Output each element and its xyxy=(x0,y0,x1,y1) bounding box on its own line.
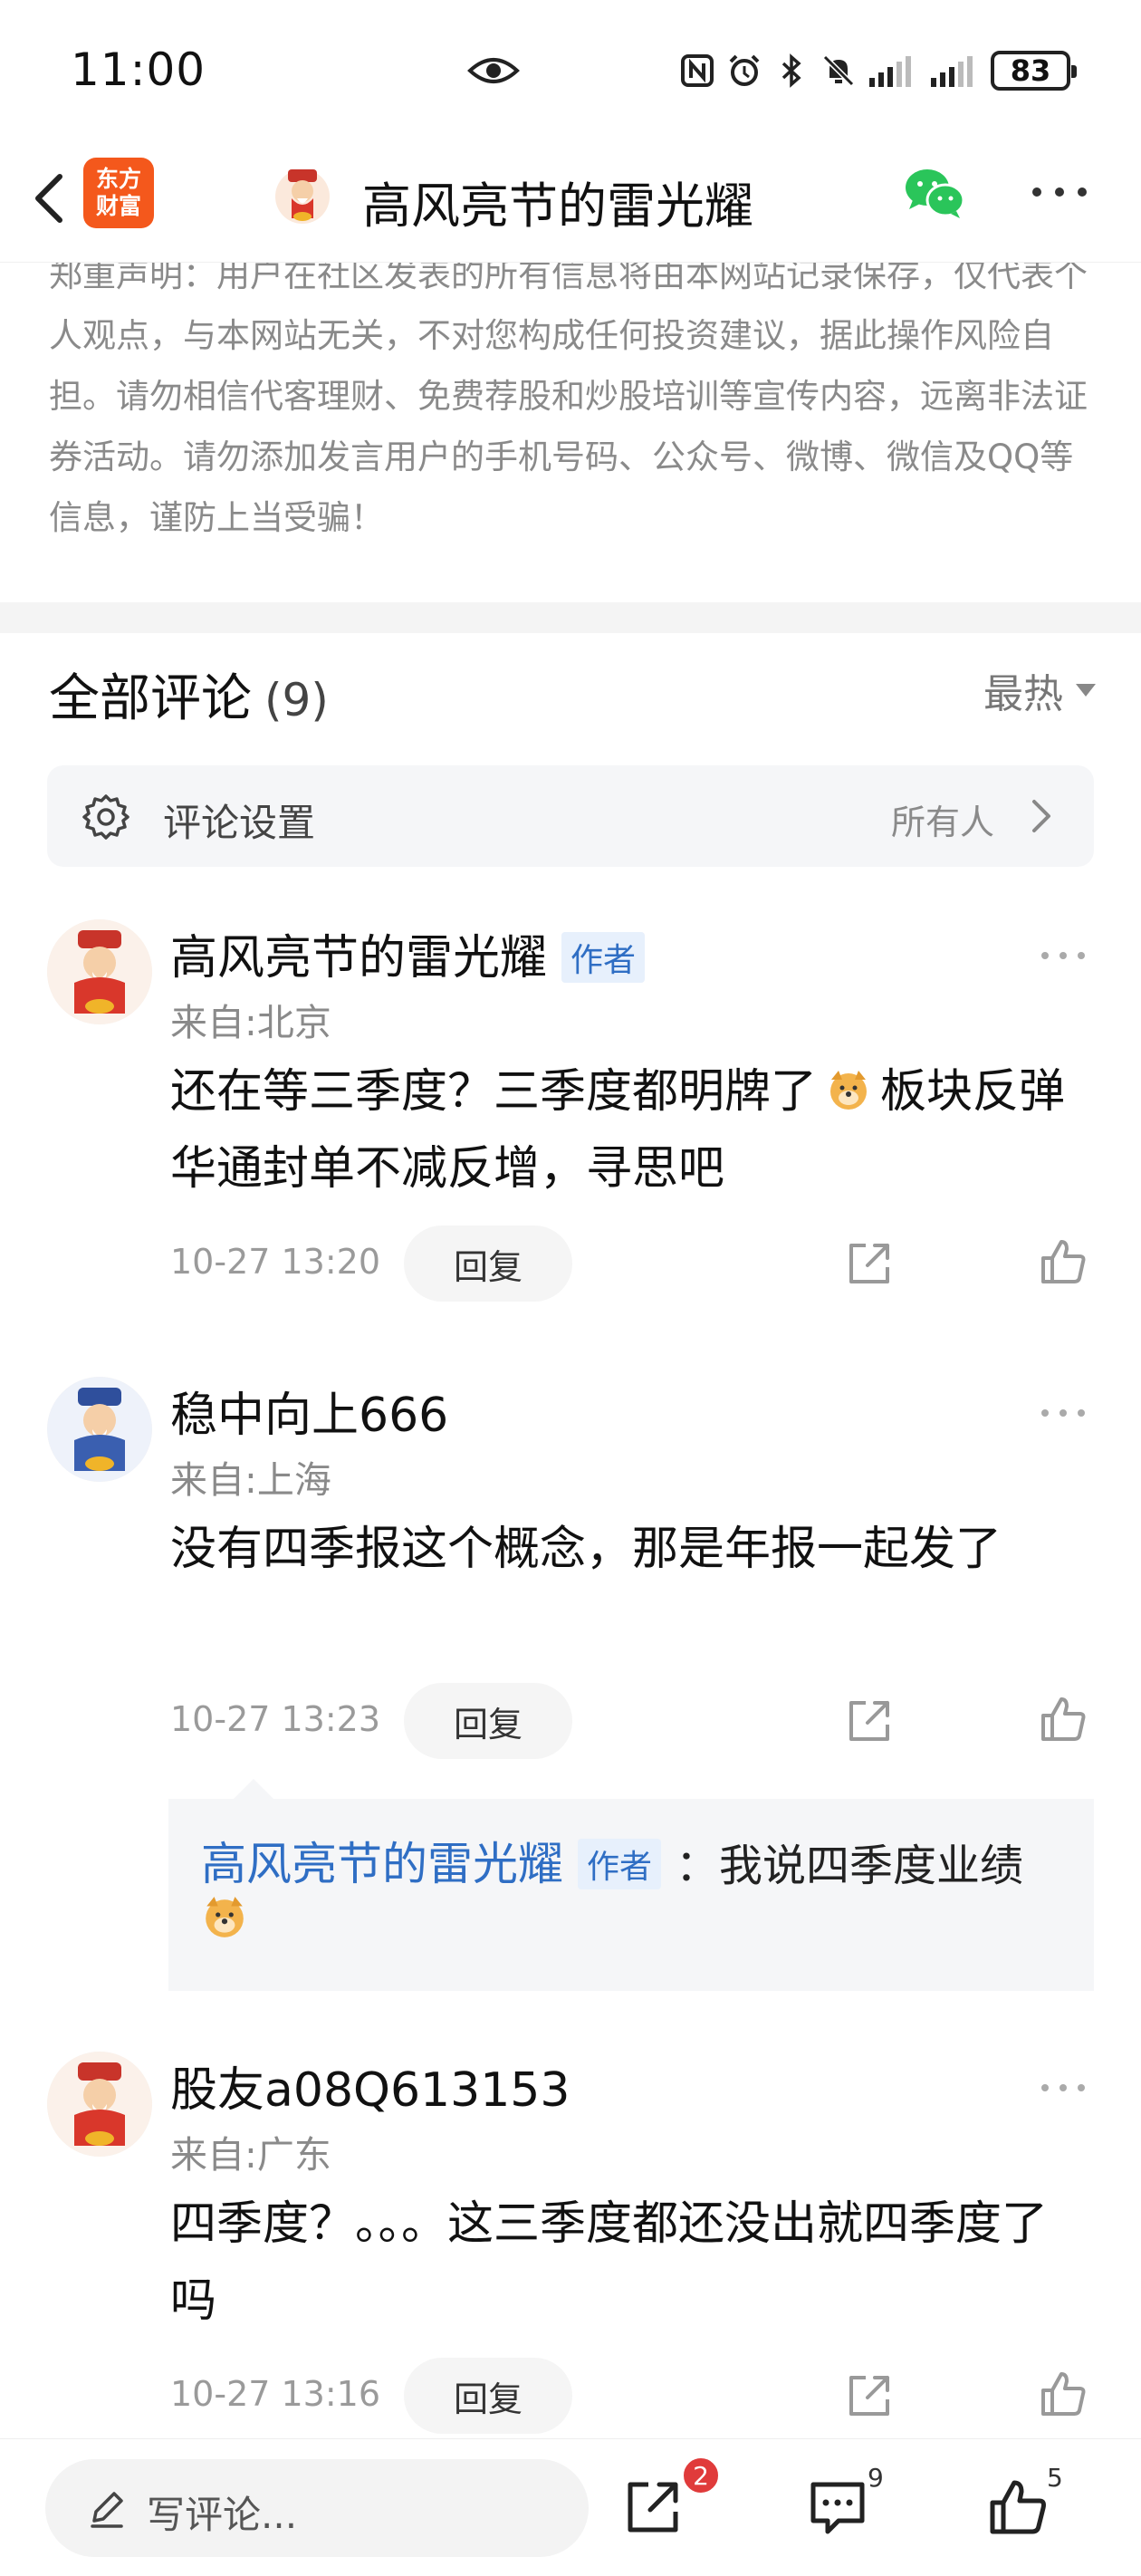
comment-settings[interactable]: 评论设置 所有人 xyxy=(47,765,1094,867)
status-time: 11:00 xyxy=(71,43,206,96)
more-icon[interactable] xyxy=(1028,178,1091,206)
bottom-bar: 写评论... 2 9 5 xyxy=(0,2438,1141,2576)
disclaimer-text: 郑重声明：用户在社区发表的所有信息将由本网站记录保存，仅代表个人观点，与本网站无… xyxy=(49,263,1088,537)
comment-location: 来自:广东 xyxy=(170,2133,331,2177)
comment-location: 来自:北京 xyxy=(170,1001,331,1044)
wechat-icon[interactable] xyxy=(902,166,967,222)
battery-indicator: 83 xyxy=(991,51,1077,91)
write-comment-input[interactable]: 写评论... xyxy=(45,2459,589,2557)
battery-level: 83 xyxy=(1010,53,1051,88)
comment-author[interactable]: 股友a08Q613153 xyxy=(170,2052,570,2119)
more-icon[interactable] xyxy=(1038,1406,1088,1420)
eye-icon xyxy=(467,58,520,83)
like-icon[interactable] xyxy=(1038,1694,1088,1745)
comment-count: 9 xyxy=(868,2463,884,2493)
reply-button[interactable]: 回复 xyxy=(404,2358,572,2434)
section-divider xyxy=(0,602,1141,633)
author-badge: 作者 xyxy=(561,932,646,983)
share-count-badge: 2 xyxy=(681,2456,721,2495)
comments-count: (9) xyxy=(264,674,329,726)
more-icon[interactable] xyxy=(1038,2081,1088,2095)
chevron-right-icon xyxy=(1032,800,1050,832)
author-badge: 作者 xyxy=(578,1838,662,1889)
comment-time: 10-27 13:20 xyxy=(170,1242,381,1282)
comment-icon[interactable] xyxy=(806,2475,869,2539)
caret-down-icon xyxy=(1076,684,1096,697)
disclaimer: 郑重声明：用户在社区发表的所有信息将由本网站记录保存，仅代表个人观点，与本网站无… xyxy=(49,263,1090,589)
like-icon[interactable] xyxy=(1038,1236,1088,1287)
comment-location: 来自:上海 xyxy=(170,1458,331,1502)
reply-button[interactable]: 回复 xyxy=(404,1683,572,1759)
sort-label: 最热 xyxy=(983,671,1063,717)
like-icon[interactable] xyxy=(987,2475,1050,2539)
settings-label: 评论设置 xyxy=(163,801,316,845)
doge-emoji-icon xyxy=(206,1897,244,1937)
like-count: 5 xyxy=(1047,2463,1063,2493)
app-root: 11:00 83 东方 财富 高风亮节的雷光耀 郑重声明：用户在社区发表的所有信… xyxy=(0,0,1141,2576)
more-icon[interactable] xyxy=(1038,948,1088,963)
doge-emoji-icon xyxy=(830,1071,868,1110)
alarm-icon xyxy=(729,54,760,86)
share-icon[interactable] xyxy=(844,1696,895,1746)
mute-icon xyxy=(822,54,855,87)
comment-text: 还在等三季度？三季度都明牌了 板块反弹华通封单不减反增，寻思吧 xyxy=(170,1065,1066,1196)
status-bar: 11:00 83 xyxy=(0,0,1141,140)
comment-text: 没有四季报这个概念，那是年报一起发了 xyxy=(170,1523,1002,1576)
gear-icon xyxy=(82,794,129,840)
signal-icon xyxy=(869,56,911,87)
bluetooth-icon xyxy=(781,53,801,88)
like-icon[interactable] xyxy=(1038,2369,1088,2419)
signal-icon xyxy=(931,56,973,87)
status-icons: 83 xyxy=(679,47,1077,94)
app-logo[interactable]: 东方 财富 xyxy=(83,158,154,228)
sub-reply[interactable]: 高风亮节的雷光耀 作者 ：我说四季度业绩 xyxy=(168,1779,1094,1991)
pen-icon xyxy=(91,2492,123,2528)
avatar[interactable] xyxy=(47,1377,152,1482)
reply-button[interactable]: 回复 xyxy=(404,1226,572,1302)
share-icon[interactable] xyxy=(844,1238,895,1289)
avatar[interactable] xyxy=(272,164,333,226)
comment-time: 10-27 13:16 xyxy=(170,2374,381,2414)
avatar[interactable] xyxy=(47,919,152,1024)
sort-dropdown[interactable]: 最热 xyxy=(983,661,1096,719)
comments-header: 全部评论 (9) xyxy=(49,658,329,731)
share-icon[interactable] xyxy=(844,2370,895,2421)
nav-bar: 东方 财富 高风亮节的雷光耀 xyxy=(0,140,1141,263)
comment-author[interactable]: 稳中向上666 xyxy=(170,1377,448,1445)
nfc-icon xyxy=(681,54,714,87)
settings-value: 所有人 xyxy=(890,803,994,842)
share-icon[interactable] xyxy=(621,2475,685,2539)
page-title: 高风亮节的雷光耀 xyxy=(362,178,753,235)
comment-author[interactable]: 高风亮节的雷光耀 作者 xyxy=(170,919,646,987)
back-arrow-icon[interactable] xyxy=(22,162,76,235)
sub-reply-text: ：我说四季度业绩 xyxy=(676,1841,1024,1891)
sub-reply-author[interactable]: 高风亮节的雷光耀 作者 xyxy=(201,1828,662,1893)
write-comment-placeholder: 写评论... xyxy=(147,2493,298,2537)
comment-time: 10-27 13:23 xyxy=(170,1699,381,1739)
avatar[interactable] xyxy=(47,2052,152,2157)
comments-title: 全部评论 xyxy=(49,669,252,728)
comment-text: 四季度？。。。这三季度都还没出就四季度了吗 xyxy=(170,2197,1049,2328)
